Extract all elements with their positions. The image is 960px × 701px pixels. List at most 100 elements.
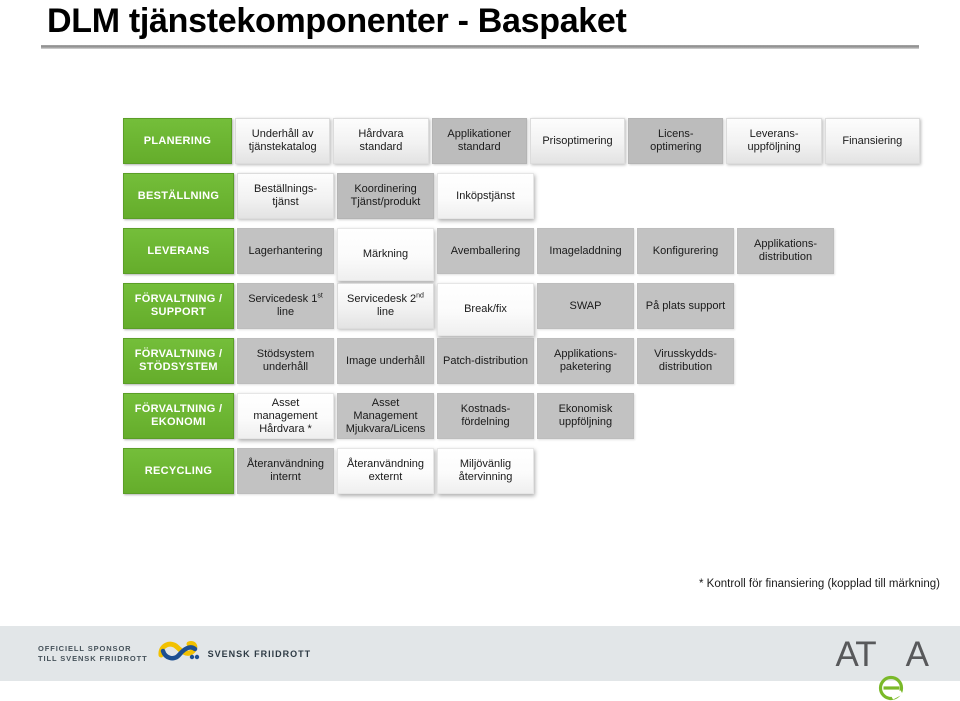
component-label: Servicedesk 1st line	[248, 292, 323, 318]
category-cell[interactable]: FÖRVALTNING / STÖDSYSTEM	[123, 338, 234, 384]
component-label: Underhåll av tjänstekatalog	[248, 128, 317, 153]
matrix-row: PLANERING Underhåll av tjänstekatalog Hård…	[123, 118, 923, 166]
category-cell[interactable]: LEVERANS	[123, 228, 234, 274]
category-label: FÖRVALTNING / EKONOMI	[134, 403, 223, 428]
component-cell[interactable]: Asset Management Mjukvara/Licens	[337, 393, 434, 439]
component-label: Licens- optimering	[650, 128, 702, 153]
component-cell[interactable]: Ekonomisk uppföljning	[537, 393, 634, 439]
matrix-row: LEVERANS Lagerhantering Märkning Avemballer…	[123, 228, 923, 281]
component-cell[interactable]: Avemballering	[437, 228, 534, 274]
ordinal-suffix: nd	[416, 292, 424, 300]
component-label: Koordinering Tjänst/produkt	[350, 183, 421, 208]
component-cell[interactable]: Applikationer standard	[431, 118, 527, 164]
footnote: * Kontroll för finansiering (kopplad til…	[699, 578, 940, 590]
category-cell[interactable]: FÖRVALTNING / EKONOMI	[123, 393, 234, 439]
component-label: Lagerhantering	[248, 244, 323, 257]
component-cell[interactable]: På plats support	[637, 283, 734, 329]
component-label: Ekonomisk uppföljning	[558, 403, 613, 428]
component-cell[interactable]: Leverans- uppföljning	[726, 118, 822, 164]
component-cell[interactable]: Applikations- paketering	[537, 338, 634, 384]
component-cell[interactable]: Licens- optimering	[628, 118, 724, 164]
component-label: Återanvändning externt	[346, 458, 425, 483]
component-cell[interactable]: Finansiering	[824, 118, 920, 164]
component-cell[interactable]: Lagerhantering	[237, 228, 334, 274]
component-label: Servicedesk 2nd line	[347, 292, 424, 318]
component-cell[interactable]: Märkning	[337, 228, 434, 281]
component-cell[interactable]: Koordinering Tjänst/produkt	[337, 173, 434, 219]
component-label: Miljövänlig återvinning	[458, 458, 513, 483]
component-cell[interactable]: Virusskydds- distribution	[637, 338, 734, 384]
sponsor-logo: OFFICIELL SPONSOR TILL SVENSK FRIIDROTT …	[38, 638, 311, 669]
sponsor-tagline: OFFICIELL SPONSOR TILL SVENSK FRIIDROTT	[38, 643, 148, 663]
component-label: Beställnings- tjänst	[254, 183, 317, 208]
component-label: Virusskydds- distribution	[654, 348, 717, 373]
atea-wordmark-at: AT	[835, 635, 877, 674]
category-label: RECYCLING	[144, 464, 213, 477]
component-label: Asset Management Mjukvara/Licens	[345, 396, 426, 435]
component-label: Asset management Hårdvara *	[253, 396, 318, 435]
component-label: Finansiering	[842, 134, 903, 147]
component-label: Image underhåll	[346, 354, 425, 367]
page-title: DLM tjänstekomponenter - Baspaket	[47, 2, 627, 40]
component-cell[interactable]: Stödsystem underhåll	[237, 338, 334, 384]
atea-logo: AT A	[835, 635, 929, 701]
component-label: SWAP	[569, 299, 602, 312]
component-cell[interactable]: Servicedesk 2nd line	[337, 283, 434, 329]
component-cell[interactable]: Servicedesk 1st line	[237, 283, 334, 329]
component-cell[interactable]: Image underhåll	[337, 338, 434, 384]
category-cell[interactable]: FÖRVALTNING / SUPPORT	[123, 283, 234, 329]
component-label: Imageladdning	[549, 244, 622, 257]
component-cell[interactable]: Inköpstjänst	[437, 173, 534, 219]
component-label: Hårdvara standard	[358, 128, 404, 153]
category-cell[interactable]: RECYCLING	[123, 448, 234, 494]
component-cell[interactable]: Beställnings- tjänst	[237, 173, 334, 219]
component-label: Kostnads- fördelning	[460, 403, 511, 428]
component-cell[interactable]: Konfigurering	[637, 228, 734, 274]
matrix-row: BESTÄLLNING Beställnings- tjänst Koordiner…	[123, 173, 923, 221]
component-label: Märkning	[362, 248, 409, 260]
component-cell[interactable]: Återanvändning externt	[337, 448, 434, 494]
component-cell[interactable]: Miljövänlig återvinning	[437, 448, 534, 494]
component-label: Applikations- paketering	[554, 348, 617, 373]
component-cell[interactable]: Applikations- distribution	[737, 228, 834, 274]
ordinal-suffix: st	[317, 292, 323, 300]
component-cell[interactable]: Underhåll av tjänstekatalog	[235, 118, 331, 164]
component-cell[interactable]: Break/fix	[437, 283, 534, 336]
category-label: FÖRVALTNING / STÖDSYSTEM	[134, 348, 223, 373]
matrix-row: FÖRVALTNING / SUPPORT Servicedesk 1st lin…	[123, 283, 923, 336]
footer-bar: OFFICIELL SPONSOR TILL SVENSK FRIIDROTT …	[0, 626, 960, 701]
component-cell[interactable]: Prisoptimering	[529, 118, 626, 164]
category-label: BESTÄLLNING	[137, 189, 220, 202]
component-label: Leverans- uppföljning	[747, 128, 801, 153]
component-label: Avemballering	[450, 244, 521, 257]
component-label: Applikations- distribution	[754, 238, 817, 263]
component-cell[interactable]: SWAP	[537, 283, 634, 329]
atea-wordmark-a: A	[905, 635, 929, 674]
matrix-row: FÖRVALTNING / STÖDSYSTEM Stödsystem under…	[123, 338, 923, 386]
component-cell[interactable]: Hårdvara standard	[333, 118, 429, 164]
sponsor-name: SVENSK FRIIDROTT	[207, 648, 312, 659]
category-label: LEVERANS	[147, 244, 210, 257]
component-cell[interactable]: Asset management Hårdvara *	[237, 393, 334, 439]
service-component-matrix: PLANERING Underhåll av tjänstekatalog Hård…	[123, 118, 923, 503]
category-label: FÖRVALTNING / SUPPORT	[134, 293, 223, 318]
component-label: Patch-distribution	[443, 354, 528, 367]
title-divider	[41, 45, 919, 49]
component-label: Inköpstjänst	[456, 189, 515, 202]
component-label: På plats support	[645, 299, 726, 312]
atea-wordmark: AT A	[835, 635, 929, 701]
component-label: Prisoptimering	[542, 134, 613, 147]
component-label: Stödsystem underhåll	[256, 348, 315, 373]
component-cell[interactable]: Patch-distribution	[437, 338, 534, 384]
component-cell[interactable]: Återanvändning internt	[237, 448, 334, 494]
component-cell[interactable]: Imageladdning	[537, 228, 634, 274]
component-label: Break/fix	[464, 303, 507, 315]
friidrott-swoosh-icon	[157, 638, 201, 669]
category-cell[interactable]: BESTÄLLNING	[123, 173, 234, 219]
matrix-row: RECYCLING Återanvändning internt Återanvän…	[123, 448, 923, 496]
matrix-row: FÖRVALTNING / EKONOMI Asset management Hå…	[123, 393, 923, 441]
category-cell[interactable]: PLANERING	[123, 118, 233, 164]
component-label: Applikationer standard	[447, 128, 512, 153]
component-cell[interactable]: Kostnads- fördelning	[437, 393, 534, 439]
component-label: Återanvändning internt	[246, 458, 325, 483]
